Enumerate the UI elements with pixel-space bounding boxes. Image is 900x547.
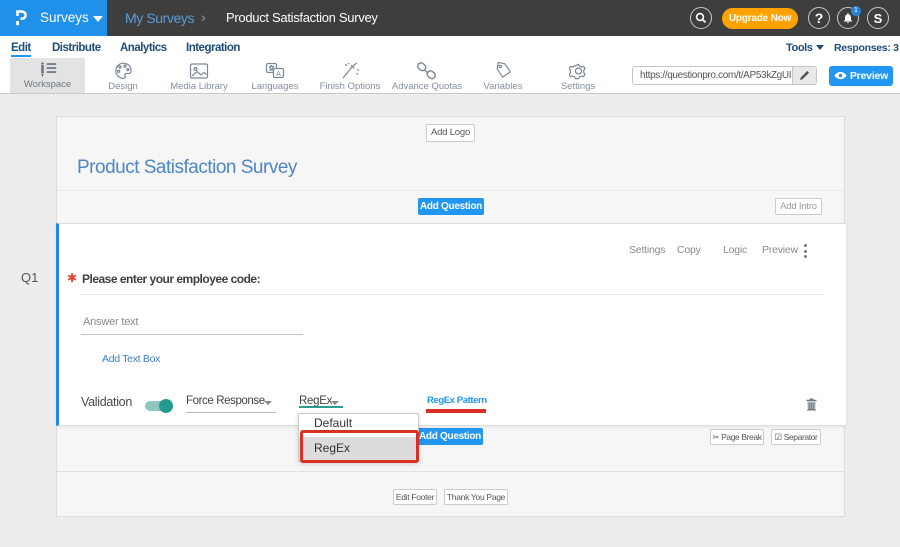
svg-text:A: A bbox=[276, 71, 281, 78]
